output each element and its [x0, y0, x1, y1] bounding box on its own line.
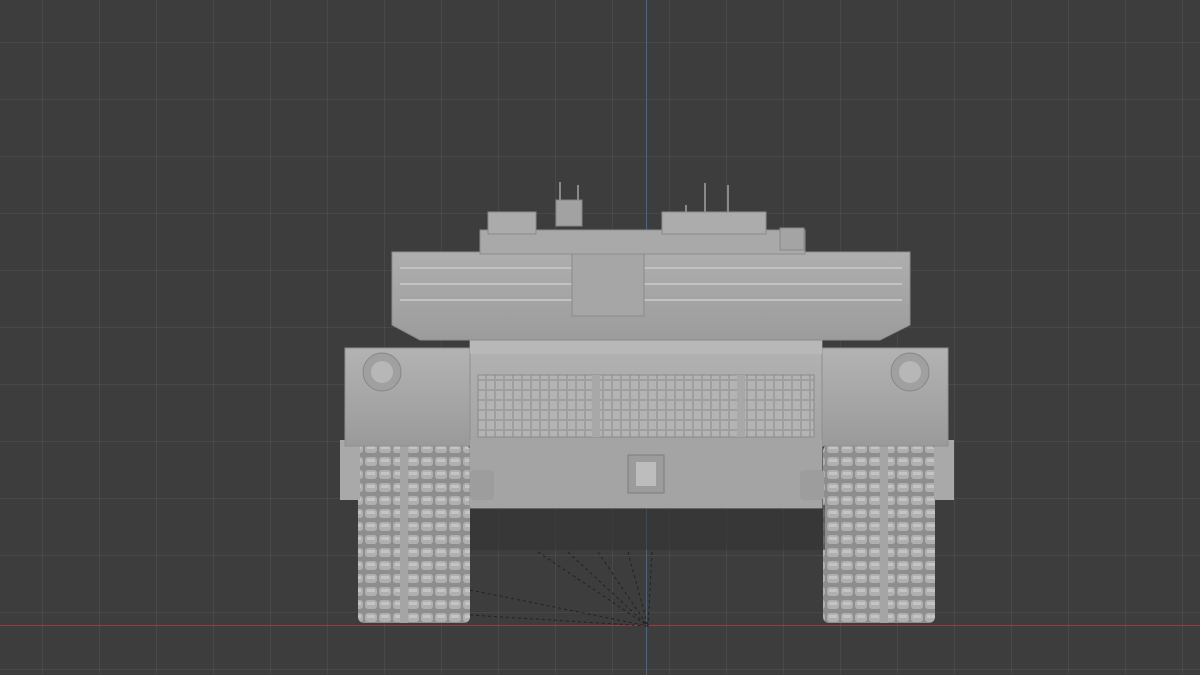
- tank-model[interactable]: [0, 0, 1200, 675]
- right-track: [823, 440, 954, 623]
- left-track: [340, 440, 470, 623]
- camera-gizmo-lines: [469, 551, 653, 627]
- 3d-viewport[interactable]: [0, 0, 1200, 675]
- hull-shadow: [470, 505, 825, 550]
- turret: [391, 182, 911, 341]
